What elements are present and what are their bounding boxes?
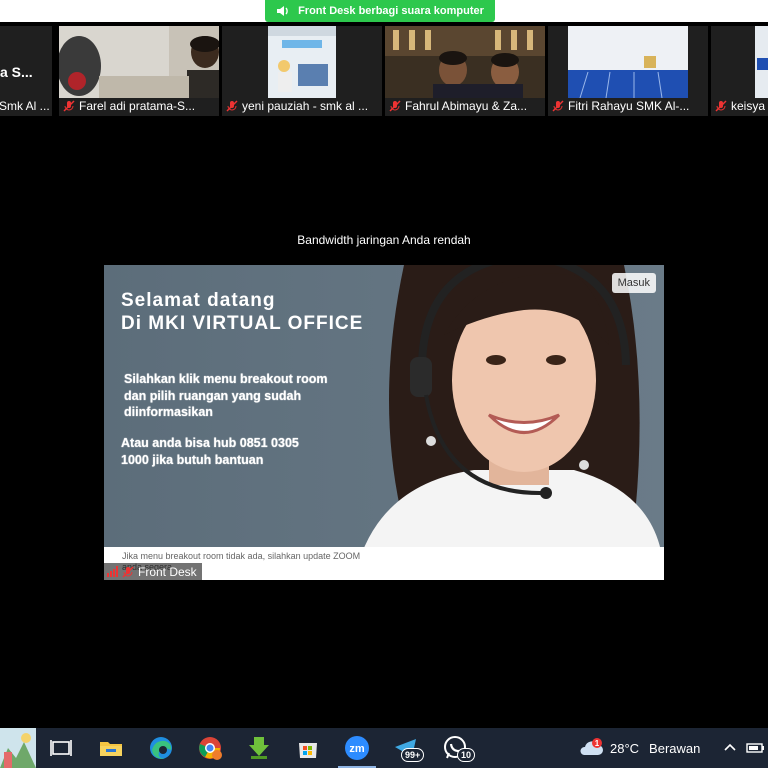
active-speaker-label: Front Desk: [104, 563, 202, 580]
zoom-icon[interactable]: zm: [343, 734, 371, 762]
participant-strip: a S... Smk Al ... Farel adi pratama-S...: [0, 22, 768, 118]
muted-mic-icon: [226, 100, 238, 112]
participant-name: Farel adi pratama-S...: [79, 99, 196, 113]
slide-contact-info: Atau anda bisa hub 0851 0305 1000 jika b…: [121, 436, 299, 467]
widgets-icon[interactable]: [0, 728, 36, 768]
weather-alert-badge: 1: [595, 739, 600, 748]
banner-text: Front Desk berbagi suara komputer: [298, 5, 484, 17]
cloud-icon: 1: [580, 738, 603, 755]
microsoft-store-icon[interactable]: [294, 734, 322, 762]
battery-tray-button[interactable]: [746, 728, 766, 768]
participant-name: Fitri Rahayu SMK Al-...: [568, 99, 690, 113]
participant-tile[interactable]: keisya: [711, 26, 768, 116]
muted-mic-icon: [552, 100, 564, 112]
participant-video: [385, 26, 545, 98]
muted-mic-icon: [715, 100, 727, 112]
participant-tile[interactable]: Farel adi pratama-S...: [59, 26, 219, 116]
battery-icon: [746, 743, 764, 753]
participant-video: [59, 26, 219, 98]
chrome-icon[interactable]: [196, 734, 224, 762]
participant-name: yeni pauziah - smk al ...: [242, 99, 369, 113]
participant-name: keisya: [731, 99, 766, 113]
computer-audio-share-banner: Front Desk berbagi suara komputer: [265, 0, 495, 22]
weather-temp: 28°C: [610, 740, 640, 756]
weather-widget[interactable]: 1 28°C Berawan: [578, 728, 700, 768]
slide-title: Selamat datang Di MKI VIRTUAL OFFICE: [121, 290, 364, 334]
weather-condition: Berawan: [649, 740, 701, 756]
windows-taskbar: zm 99+ 10 1 28°C Berawan: [0, 728, 768, 768]
slide-instructions: Silahkan klik menu breakout room dan pil…: [124, 372, 328, 419]
svg-text:zm: zm: [349, 743, 365, 755]
participant-video: [548, 26, 708, 98]
speaker-icon: [277, 6, 288, 16]
participant-tile[interactable]: yeni pauziah - smk al ...: [222, 26, 382, 116]
participant-video: [222, 26, 382, 98]
participant-overlay-name: a S...: [0, 64, 33, 80]
participant-tile[interactable]: a S... Smk Al ...: [0, 26, 52, 116]
chevron-up-icon: [724, 743, 736, 751]
task-view-icon[interactable]: [47, 734, 75, 762]
whatsapp-badge: 10: [457, 748, 476, 762]
file-explorer-icon[interactable]: [97, 734, 125, 762]
participant-name: Smk Al ...: [0, 99, 50, 113]
participant-tile[interactable]: Fitri Rahayu SMK Al-...: [548, 26, 708, 116]
download-manager-icon[interactable]: [245, 734, 273, 762]
participant-tile[interactable]: Fahrul Abimayu & Za...: [385, 26, 545, 116]
participant-video: [711, 26, 768, 98]
edge-icon[interactable]: [147, 734, 175, 762]
speaker-name: Front Desk: [138, 564, 197, 579]
low-bandwidth-message: Bandwidth jaringan Anda rendah: [297, 233, 471, 247]
muted-mic-icon: [122, 565, 134, 578]
telegram-badge: 99+: [401, 748, 425, 762]
muted-mic-icon: [389, 100, 401, 112]
weak-signal-icon: [107, 566, 118, 577]
muted-mic-icon: [63, 100, 75, 112]
show-hidden-icons-button[interactable]: [722, 728, 738, 768]
masuk-button[interactable]: Masuk: [611, 273, 656, 293]
shared-screen-view: Selamat datang Di MKI VIRTUAL OFFICE Sil…: [104, 265, 664, 580]
participant-name: Fahrul Abimayu & Za...: [405, 99, 528, 113]
